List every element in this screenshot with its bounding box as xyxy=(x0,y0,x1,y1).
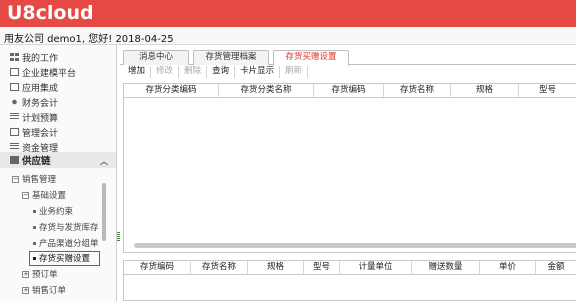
grid-icon xyxy=(10,53,19,61)
selection-highlight xyxy=(29,251,100,266)
tree-node-basic-settings[interactable]: − 基础设置 xyxy=(22,189,66,201)
query-button[interactable]: 查询 xyxy=(207,66,236,78)
sidebar-item-management-accounting[interactable]: 管理会计 xyxy=(10,125,114,139)
dot-icon xyxy=(10,98,19,106)
column-header[interactable]: 单价 xyxy=(480,261,536,274)
column-header[interactable]: 计量单位 xyxy=(340,261,412,274)
column-header[interactable]: 存货编码 xyxy=(314,84,384,97)
sidebar-item-supply-chain[interactable]: 供应链 ︿ xyxy=(0,152,116,168)
warehouse-icon xyxy=(10,156,19,164)
tree-leaf[interactable]: 存货与发货库存 xyxy=(33,221,101,233)
app-header: U8cloud xyxy=(0,0,576,27)
sidebar-item-my-work[interactable]: 我的工作 xyxy=(10,50,114,64)
bullet-icon xyxy=(33,225,36,229)
tree-node-sales[interactable]: − 销售管理 xyxy=(12,173,56,185)
column-header[interactable]: 规格 xyxy=(248,261,304,274)
expand-icon[interactable]: + xyxy=(22,270,29,278)
chevron-up-icon[interactable]: ︿ xyxy=(100,156,108,167)
bullet-icon xyxy=(33,241,36,245)
sidebar-item-integration[interactable]: 应用集成 xyxy=(10,80,114,94)
column-header[interactable]: 赠送数量 xyxy=(412,261,480,274)
user-info-bar: 用友公司 demo1, 您好! 2018-04-25 xyxy=(0,27,576,45)
bars-icon xyxy=(10,143,19,151)
grid-header: 存货分类编码 存货分类名称 存货编码 存货名称 规格 型号 xyxy=(124,84,576,98)
sidebar-scrollbar[interactable] xyxy=(102,183,106,241)
column-header[interactable]: 规格 xyxy=(451,84,519,97)
box-icon xyxy=(10,68,19,76)
card-view-button[interactable]: 卡片显示 xyxy=(235,66,281,78)
u8cloud-logo: U8cloud xyxy=(7,2,94,24)
tab-message-center[interactable]: 消息中心 xyxy=(123,50,189,65)
sidebar-item-modeling[interactable]: 企业建模平台 xyxy=(10,65,114,79)
tab-bar: 消息中心 存货管理档案 存货买赠设置 xyxy=(120,48,576,66)
box-icon xyxy=(10,128,19,136)
tree-node-sales-order[interactable]: + 销售订单 xyxy=(22,284,66,296)
expand-icon[interactable]: + xyxy=(22,286,29,294)
edit-button[interactable]: 修改 xyxy=(151,66,180,78)
sidebar-item-finance[interactable]: 财务会计 xyxy=(10,95,114,109)
column-header[interactable]: 存货编码 xyxy=(124,261,191,274)
tab-inventory-archive[interactable]: 存货管理档案 xyxy=(193,50,269,65)
sidebar-item-budget[interactable]: 计划预算 xyxy=(10,110,114,124)
toolbar: 增加 修改 删除 查询 卡片显示 刷新 xyxy=(123,66,576,79)
tab-inventory-gift-setup[interactable]: 存货买赠设置 xyxy=(273,50,349,66)
column-header[interactable]: 型号 xyxy=(519,84,576,97)
chart-icon xyxy=(10,113,19,121)
gift-detail-grid: 存货编码 存货名称 规格 型号 计量单位 赠送数量 单价 金额 xyxy=(123,260,576,301)
refresh-button[interactable]: 刷新 xyxy=(280,66,309,78)
category-grid: 存货分类编码 存货分类名称 存货编码 存货名称 规格 型号 xyxy=(123,83,576,253)
collapse-icon[interactable]: − xyxy=(22,191,29,199)
add-button[interactable]: 增加 xyxy=(123,66,152,78)
column-header[interactable]: 存货名称 xyxy=(191,261,248,274)
column-header[interactable]: 型号 xyxy=(304,261,340,274)
collapse-icon[interactable]: − xyxy=(12,175,19,183)
column-header[interactable]: 存货名称 xyxy=(384,84,451,97)
tree-leaf[interactable]: 产品渠道分组单 xyxy=(33,237,101,249)
column-header[interactable]: 存货分类名称 xyxy=(219,84,314,97)
box-icon xyxy=(10,83,19,91)
column-header[interactable]: 金额 xyxy=(536,261,576,274)
main-panel: 消息中心 存货管理档案 存货买赠设置 增加 修改 删除 查询 卡片显示 刷新 存… xyxy=(120,45,576,301)
column-header[interactable]: 存货分类编码 xyxy=(124,84,219,97)
greeting-text: 用友公司 demo1, 您好! 2018-04-25 xyxy=(4,34,174,45)
tree-leaf[interactable]: 业务约束 xyxy=(33,205,101,217)
grid-header: 存货编码 存货名称 规格 型号 计量单位 赠送数量 单价 金额 xyxy=(124,261,576,275)
delete-button[interactable]: 删除 xyxy=(179,66,208,78)
tree-node-preorder[interactable]: + 预订单 xyxy=(22,268,58,280)
horizontal-scrollbar[interactable] xyxy=(134,243,576,248)
bullet-icon xyxy=(33,209,36,213)
